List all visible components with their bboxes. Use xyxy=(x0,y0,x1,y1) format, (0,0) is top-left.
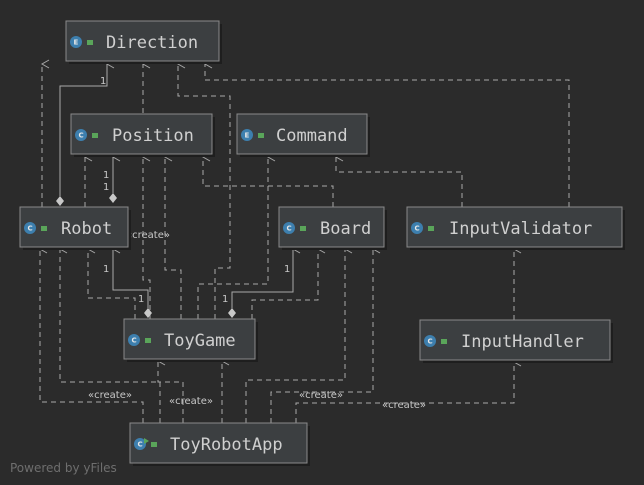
class-name: Position xyxy=(112,126,194,146)
aggregation-diamond xyxy=(144,308,152,318)
class-icon-letter: C xyxy=(28,225,33,233)
edge-toygame-board-association xyxy=(231,244,301,308)
lock-icon xyxy=(428,226,434,231)
edge-inputvalidator-command-dependency xyxy=(334,152,463,207)
class-name: InputHandler xyxy=(461,332,584,352)
class-name: Command xyxy=(276,126,348,146)
edge-app-toygame-create xyxy=(156,356,184,423)
multiplicity-label: 1 xyxy=(103,264,109,275)
edge-toygame-direction-dependency xyxy=(176,59,231,319)
class-icon-letter: C xyxy=(132,337,137,345)
multiplicity-label: 1 xyxy=(103,182,109,193)
lock-icon xyxy=(145,338,151,343)
uml-class-diagram: 1 1 1 1 1 1 1 «create» «create» «create»… xyxy=(19,20,625,466)
multiplicity-label: 1 xyxy=(100,76,106,87)
class-node-input-handler[interactable]: C InputHandler xyxy=(419,319,613,363)
class-node-board[interactable]: C Board xyxy=(278,206,387,250)
class-name: ToyRobotApp xyxy=(170,435,283,455)
multiplicity-labels: 1 1 1 1 1 1 1 xyxy=(100,76,290,305)
class-icon-letter: C xyxy=(415,225,420,233)
class-node-input-validator[interactable]: C InputValidator xyxy=(406,206,625,250)
class-name: Direction xyxy=(106,33,198,53)
class-name: InputValidator xyxy=(449,219,592,239)
main-class-icon-letter: C xyxy=(138,441,143,449)
create-label: «create» xyxy=(382,400,426,411)
lock-icon xyxy=(92,133,98,138)
aggregation-diamond xyxy=(56,196,64,206)
multiplicity-label: 1 xyxy=(284,264,290,275)
multiplicity-label: 1 xyxy=(222,294,228,305)
create-label: «create» xyxy=(126,230,170,241)
class-name: Board xyxy=(320,219,371,239)
class-node-command[interactable]: E Command xyxy=(236,113,370,157)
lock-icon xyxy=(41,226,47,231)
class-icon-letter: C xyxy=(287,225,292,233)
lock-icon xyxy=(151,442,157,447)
class-name: Robot xyxy=(61,219,112,239)
multiplicity-label: 1 xyxy=(138,294,144,305)
create-label: «create» xyxy=(299,390,343,401)
powered-by-watermark: Powered by yFiles xyxy=(10,461,117,475)
lock-icon xyxy=(441,339,447,344)
aggregation-diamond xyxy=(109,193,117,203)
class-node-robot[interactable]: C Robot xyxy=(19,206,131,250)
edge-toygame-robot-dependency xyxy=(86,244,136,319)
class-node-toy-robot-app[interactable]: C ToyRobotApp xyxy=(129,422,310,466)
class-name: ToyGame xyxy=(164,331,236,351)
class-node-position[interactable]: C Position xyxy=(70,113,215,157)
class-node-direction[interactable]: E Direction xyxy=(65,20,222,64)
enum-icon-letter: E xyxy=(245,132,250,140)
create-label: «create» xyxy=(169,396,213,407)
edge-toygame-command-dependency xyxy=(197,152,276,319)
multiplicity-label: 1 xyxy=(103,170,109,181)
class-icon-letter: C xyxy=(428,338,433,346)
edge-toygame-board-dependency xyxy=(251,244,326,319)
lock-icon xyxy=(87,40,93,45)
create-label: «create» xyxy=(88,390,132,401)
class-icon-letter: C xyxy=(79,132,84,140)
lock-icon xyxy=(258,133,264,138)
lock-icon xyxy=(300,226,306,231)
class-node-toy-game[interactable]: C ToyGame xyxy=(123,318,258,362)
enum-icon-letter: E xyxy=(74,39,79,47)
aggregation-diamond xyxy=(228,308,236,318)
